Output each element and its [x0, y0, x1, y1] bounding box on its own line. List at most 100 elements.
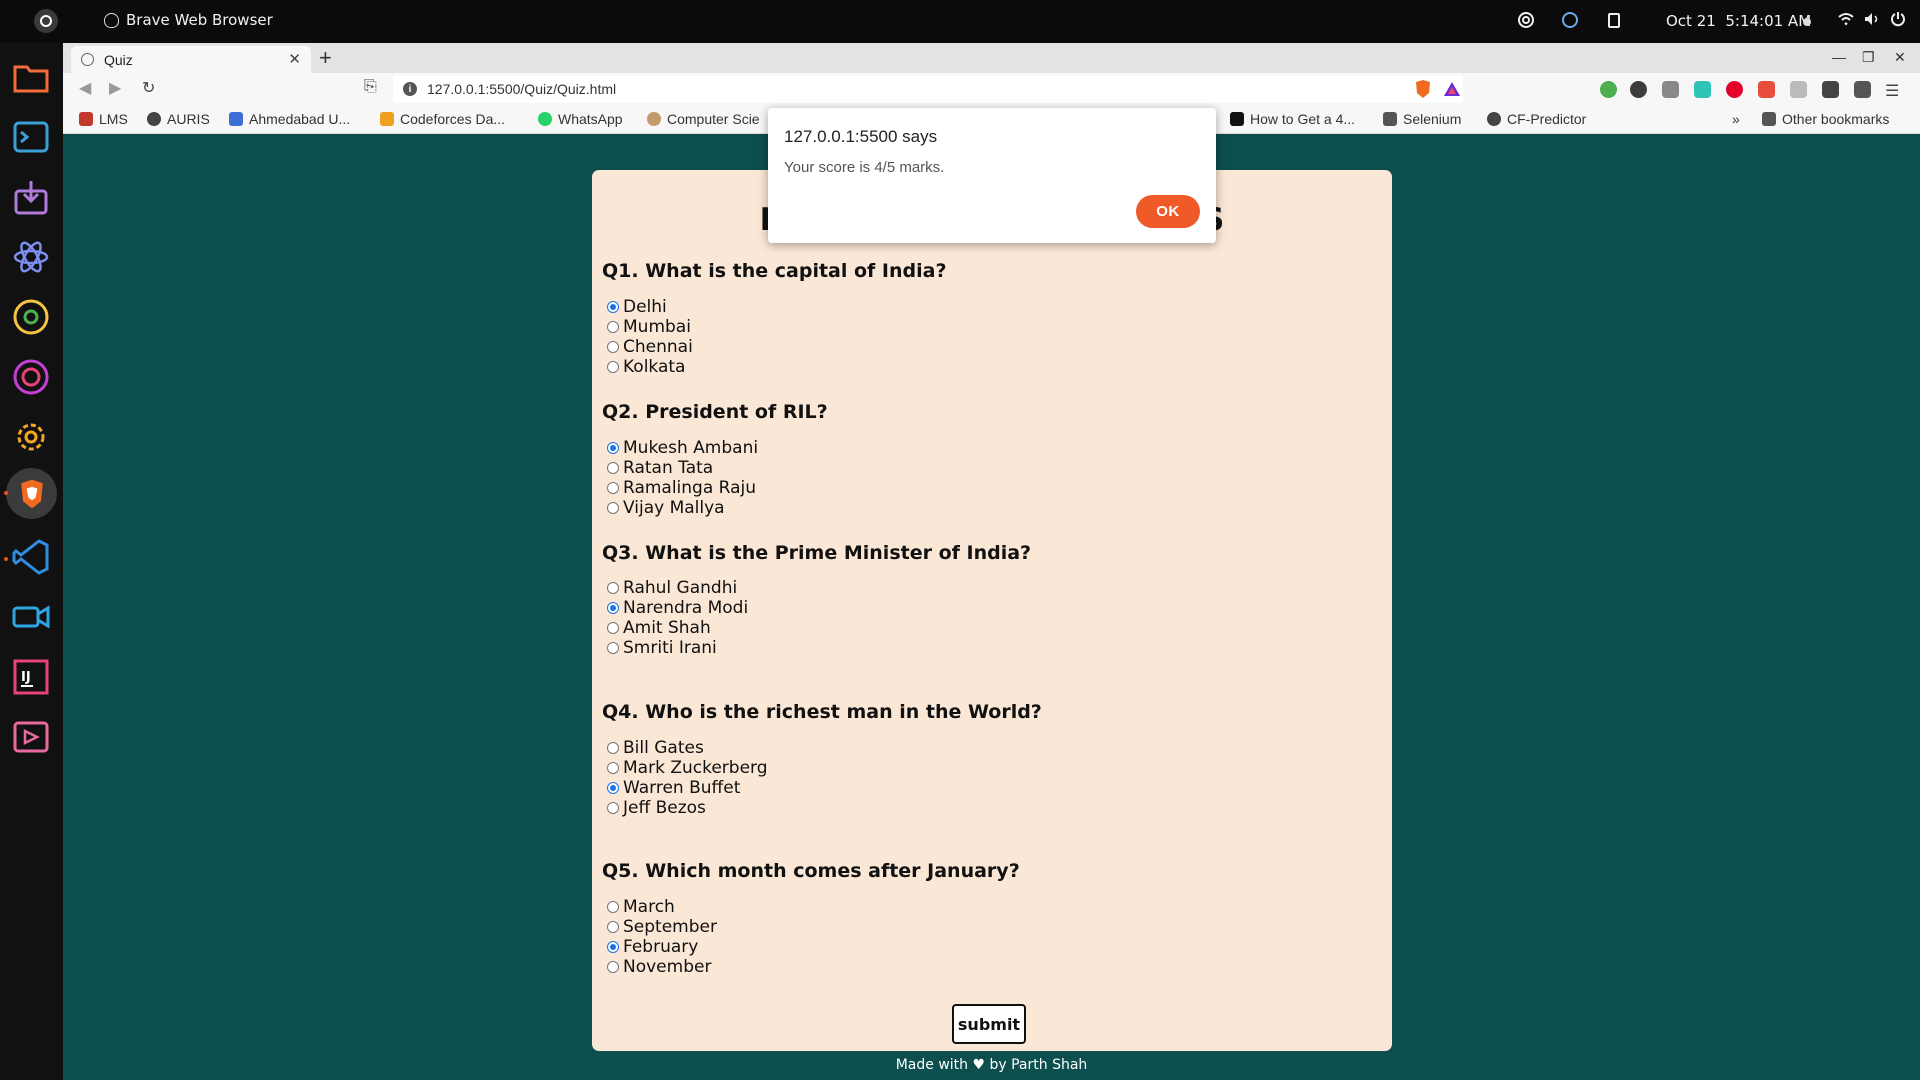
- minimize-button[interactable]: —: [1832, 49, 1846, 65]
- radio[interactable]: [607, 341, 619, 353]
- atom-app-icon[interactable]: [11, 237, 51, 277]
- q5-option-february[interactable]: February: [607, 937, 698, 957]
- q3-option-narendra-modi[interactable]: Narendra Modi: [607, 598, 748, 618]
- q3-option-rahul-gandhi[interactable]: Rahul Gandhi: [607, 578, 737, 598]
- radio[interactable]: [607, 762, 619, 774]
- clock-date[interactable]: Oct 21 5:14:01 AM: [1666, 12, 1811, 30]
- browser-menu-icon[interactable]: ☰: [1885, 81, 1902, 100]
- extensions-puzzle-icon[interactable]: [1822, 81, 1839, 98]
- bookmark-item[interactable]: WhatsApp: [538, 111, 623, 127]
- radio[interactable]: [607, 622, 619, 634]
- bookmark-page-button[interactable]: ⎘: [364, 78, 377, 96]
- terminal-app-icon[interactable]: [11, 117, 51, 157]
- radio[interactable]: [607, 482, 619, 494]
- close-window-button[interactable]: ✕: [1894, 49, 1906, 66]
- chrome-app-icon[interactable]: [11, 297, 51, 337]
- radio-checked[interactable]: [607, 782, 619, 794]
- radio[interactable]: [607, 502, 619, 514]
- new-tab-button[interactable]: +: [319, 45, 332, 71]
- q3-option-amit-shah[interactable]: Amit Shah: [607, 618, 711, 638]
- radio[interactable]: [607, 361, 619, 373]
- radio[interactable]: [607, 321, 619, 333]
- extension-green-plus-icon[interactable]: [1600, 81, 1617, 98]
- radio-checked[interactable]: [607, 301, 619, 313]
- radio[interactable]: [607, 462, 619, 474]
- system-top-bar: Brave Web Browser Oct 21 5:14:01 AM: [0, 0, 1920, 43]
- q4-option-warren-buffet[interactable]: Warren Buffet: [607, 778, 740, 798]
- q1-option-chennai[interactable]: Chennai: [607, 337, 693, 357]
- alert-ok-button[interactable]: OK: [1136, 195, 1200, 228]
- q2-option-vijay-mallya[interactable]: Vijay Mallya: [607, 498, 725, 518]
- bookmarks-overflow-button[interactable]: »: [1732, 111, 1740, 127]
- q5-option-november[interactable]: November: [607, 957, 711, 977]
- q4-option-mark-zuckerberg[interactable]: Mark Zuckerberg: [607, 758, 768, 778]
- restore-button[interactable]: ❐: [1862, 49, 1875, 66]
- back-button[interactable]: ◀: [79, 78, 91, 98]
- adblock-plus-icon[interactable]: [1726, 81, 1743, 98]
- sync-icon[interactable]: [1561, 11, 1579, 29]
- extension-timer-icon[interactable]: [1694, 81, 1711, 98]
- active-app-menu[interactable]: Brave Web Browser: [104, 11, 273, 29]
- intellij-app-icon[interactable]: IJ: [11, 657, 51, 697]
- radio[interactable]: [607, 742, 619, 754]
- tab-quiz[interactable]: Quiz ✕: [71, 46, 311, 73]
- q5-option-march[interactable]: March: [607, 897, 675, 917]
- q1-option-delhi[interactable]: Delhi: [607, 297, 667, 317]
- bookmark-label: Ahmedabad U...: [249, 111, 351, 127]
- activities-button[interactable]: [34, 9, 58, 33]
- extension-list-icon[interactable]: [1790, 81, 1807, 98]
- settings-app-icon[interactable]: [11, 417, 51, 457]
- bookmark-item[interactable]: Computer Scie: [647, 111, 760, 127]
- firefox-app-icon[interactable]: [11, 357, 51, 397]
- q2-option-ramalinga-raju[interactable]: Ramalinga Raju: [607, 478, 756, 498]
- bookmark-item[interactable]: Codeforces Da...: [380, 111, 505, 127]
- extension-headphones-icon[interactable]: [1630, 81, 1647, 98]
- q2-option-ratan-tata[interactable]: Ratan Tata: [607, 458, 713, 478]
- extension-cloud-icon[interactable]: [1662, 81, 1679, 98]
- site-info-icon[interactable]: i: [403, 82, 417, 96]
- files-app-icon[interactable]: [11, 57, 51, 97]
- radio[interactable]: [607, 582, 619, 594]
- submit-button[interactable]: submit: [952, 1004, 1026, 1044]
- reading-list-icon[interactable]: [1854, 81, 1871, 98]
- reload-button[interactable]: ↻: [142, 78, 155, 98]
- brave-app-icon[interactable]: [6, 468, 57, 519]
- at-sign-icon[interactable]: [1517, 11, 1535, 29]
- bookmark-item[interactable]: CF-Predictor: [1487, 111, 1586, 127]
- radio[interactable]: [607, 901, 619, 913]
- extension-percent-icon[interactable]: [1758, 81, 1775, 98]
- option-label: Ramalinga Raju: [623, 478, 757, 498]
- radio[interactable]: [607, 921, 619, 933]
- q1-option-mumbai[interactable]: Mumbai: [607, 317, 691, 337]
- radio-checked[interactable]: [607, 941, 619, 953]
- screen-recorder-app-icon[interactable]: [11, 717, 51, 757]
- q3-option-smriti-irani[interactable]: Smriti Irani: [607, 638, 717, 658]
- system-status-menu[interactable]: [1838, 11, 1906, 27]
- software-install-icon[interactable]: [11, 177, 51, 217]
- q5-option-september[interactable]: September: [607, 917, 717, 937]
- radio-checked[interactable]: [607, 442, 619, 454]
- radio[interactable]: [607, 802, 619, 814]
- address-bar[interactable]: i 127.0.0.1:5500/Quiz/Quiz.html: [393, 75, 1463, 103]
- option-label: Mumbai: [623, 317, 691, 337]
- brave-rewards-icon[interactable]: [1443, 79, 1461, 99]
- q4-option-jeff-bezos[interactable]: Jeff Bezos: [607, 798, 706, 818]
- radio-checked[interactable]: [607, 602, 619, 614]
- bookmark-item[interactable]: Ahmedabad U...: [229, 111, 350, 127]
- bookmark-folder[interactable]: Selenium: [1383, 111, 1461, 127]
- bookmark-item[interactable]: How to Get a 4...: [1230, 111, 1355, 127]
- bookmark-item[interactable]: AURIS: [147, 111, 210, 127]
- brave-shields-icon[interactable]: [1414, 79, 1432, 99]
- q1-option-kolkata[interactable]: Kolkata: [607, 357, 685, 377]
- clipboard-icon[interactable]: [1605, 11, 1623, 29]
- forward-button[interactable]: ▶: [109, 78, 121, 98]
- other-bookmarks-folder[interactable]: Other bookmarks: [1762, 111, 1889, 127]
- q2-option-mukesh-ambani[interactable]: Mukesh Ambani: [607, 438, 758, 458]
- bookmark-item[interactable]: LMS: [79, 111, 128, 127]
- q4-option-bill-gates[interactable]: Bill Gates: [607, 738, 704, 758]
- vscode-app-icon[interactable]: [11, 537, 51, 577]
- video-camera-app-icon[interactable]: [11, 597, 51, 637]
- radio[interactable]: [607, 961, 619, 973]
- close-tab-icon[interactable]: ✕: [288, 50, 301, 68]
- radio[interactable]: [607, 642, 619, 654]
